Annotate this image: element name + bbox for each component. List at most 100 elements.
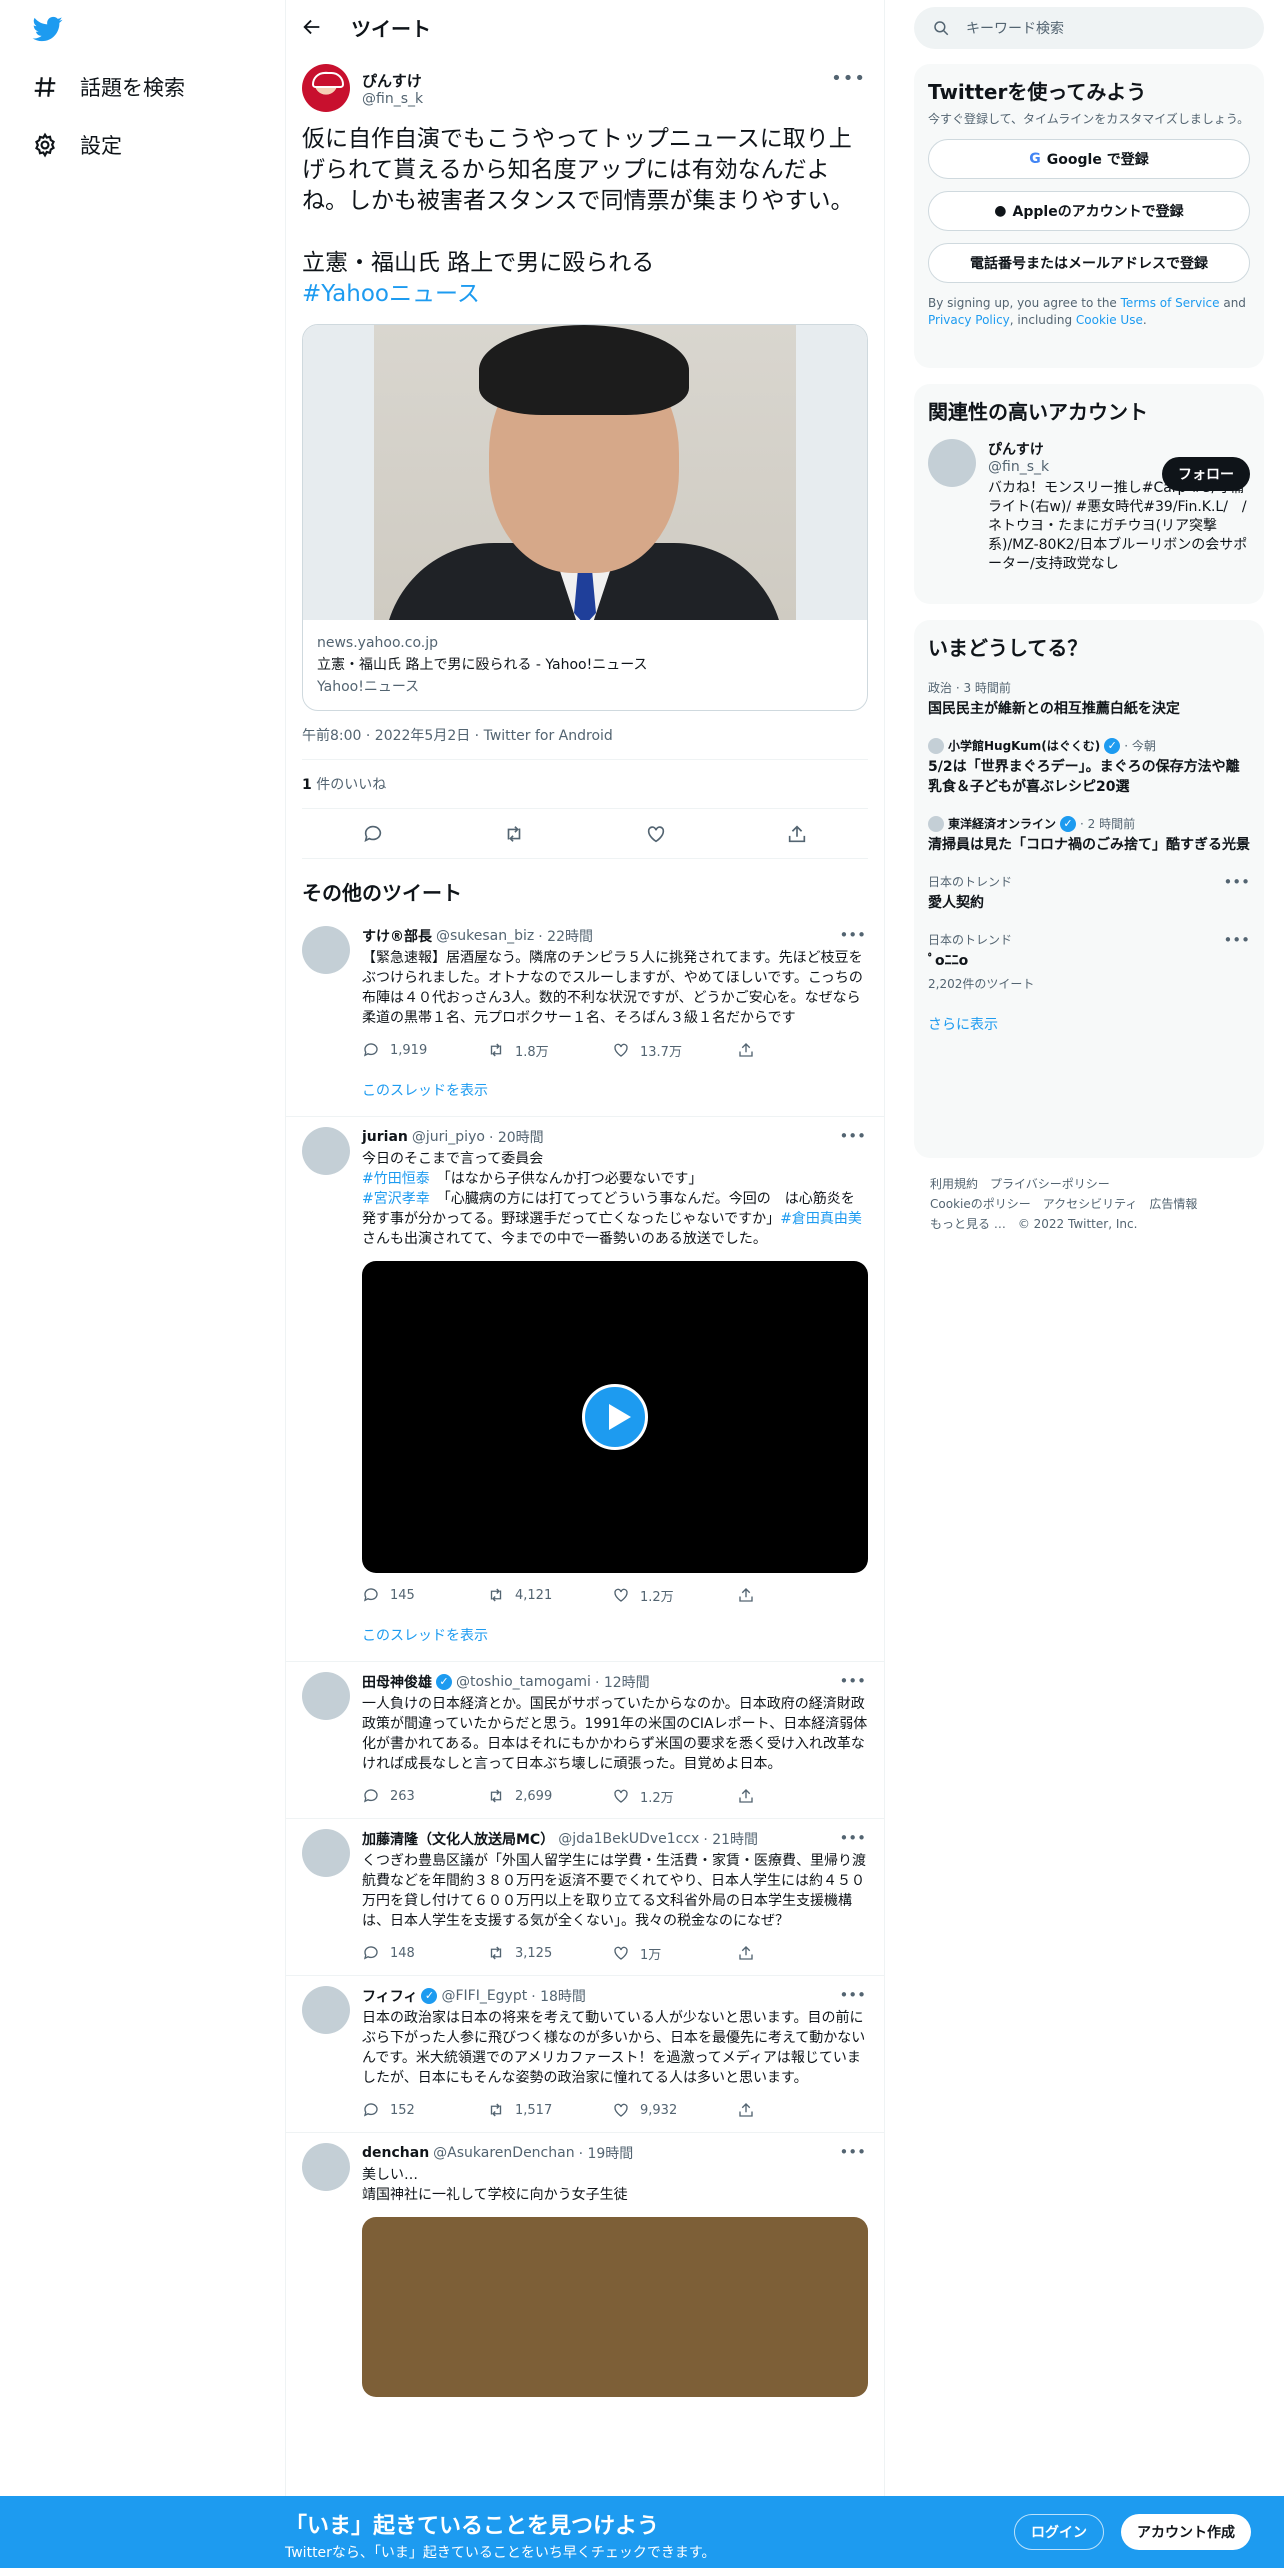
like-button[interactable]: 9,932 [612, 2101, 737, 2119]
tweet-handle[interactable]: @AsukarenDenchan [433, 2145, 574, 2161]
tweet-handle[interactable]: @toshio_tamogami [456, 1674, 591, 1690]
show-more-link[interactable]: さらに表示 [928, 1014, 1250, 1034]
more-options-icon[interactable]: ••• [839, 1986, 866, 2004]
apple-signup-button[interactable]: ● Appleのアカウントで登録 [928, 191, 1250, 231]
more-options-icon[interactable]: ••• [1223, 873, 1250, 891]
trend-item[interactable]: 小学館HugKum(はぐくむ) ✓ · 今朝 5/2は「世界まぐろデー」。まぐろの保… [928, 737, 1250, 797]
tweet-time[interactable]: · 22時間 [538, 926, 593, 946]
tweet-media[interactable] [362, 2217, 868, 2397]
cookie-link[interactable]: Cookie Use [1076, 313, 1143, 327]
nav-settings[interactable]: 設定 [32, 130, 122, 160]
tweet-time[interactable]: · 12時間 [595, 1672, 650, 1692]
follow-button[interactable]: フォロー [1162, 457, 1250, 491]
google-signup-button[interactable]: G Google で登録 [928, 139, 1250, 179]
tweet-time[interactable]: · 20時間 [489, 1127, 544, 1147]
trend-item[interactable]: 政治 · 3 時間前 国民民主が維新との相互推薦白紙を決定 [928, 679, 1250, 719]
trend-item[interactable]: 日本のトレンド ﾟoﾆﾆo 2,202件のツイート ••• [928, 931, 1250, 992]
more-options-icon[interactable]: ••• [839, 1672, 866, 1690]
tweet-author[interactable]: すけ®部長 [362, 926, 432, 946]
link-card[interactable]: news.yahoo.co.jp 立憲・福山氏 路上で男に殴られる - Yaho… [302, 324, 868, 711]
tweet-author[interactable]: 加藤清隆（文化人放送局MC） [362, 1829, 554, 1849]
like-button[interactable]: 1.2万 [612, 1586, 737, 1605]
tweet-time[interactable]: · 19時間 [579, 2143, 634, 2163]
retweet-icon[interactable] [503, 823, 525, 845]
create-account-button[interactable]: アカウント作成 [1121, 2514, 1251, 2550]
retweet-button[interactable]: 3,125 [487, 1944, 612, 1962]
reply-icon[interactable] [362, 823, 384, 845]
share-button[interactable] [737, 1944, 862, 1962]
avatar[interactable] [928, 439, 976, 487]
retweet-button[interactable]: 1.8万 [487, 1041, 612, 1060]
like-button[interactable]: 1.2万 [612, 1787, 737, 1806]
tweet-handle[interactable]: @sukesan_biz [436, 928, 534, 944]
share-icon[interactable] [786, 823, 808, 845]
more-options-icon[interactable]: ••• [839, 1127, 866, 1145]
tweet-author[interactable]: denchan [362, 2145, 429, 2161]
tweet-item[interactable]: denchan @AsukarenDenchan · 19時間 美しい… 靖国神社に… [286, 2133, 884, 2397]
reply-button[interactable]: 263 [362, 1787, 487, 1805]
hashtag-link[interactable]: #竹田恒泰 [362, 1171, 430, 1187]
more-options-icon[interactable]: ••• [839, 926, 866, 944]
tweet-handle[interactable]: @jda1BekUDve1ccx [558, 1831, 699, 1847]
tweet-item[interactable]: すけ®部長 @sukesan_biz · 22時間 【緊急速報】居酒屋なう。隣席のチ… [286, 916, 884, 1117]
author-name[interactable]: ぴんすけ [362, 70, 423, 91]
related-name[interactable]: ぴんすけ [988, 439, 1250, 459]
tweet-author[interactable]: jurian [362, 1129, 408, 1145]
play-icon[interactable] [582, 1384, 648, 1450]
hashtag-link[interactable]: #Yahooニュース [302, 281, 480, 307]
reply-button[interactable]: 145 [362, 1586, 487, 1604]
show-thread-link[interactable]: このスレッドを表示 [362, 1617, 868, 1661]
retweet-button[interactable]: 4,121 [487, 1586, 612, 1604]
more-options-icon[interactable]: ••• [1223, 931, 1250, 949]
like-button[interactable]: 13.7万 [612, 1041, 737, 1060]
like-button[interactable]: 1万 [612, 1944, 737, 1963]
avatar[interactable] [302, 1986, 350, 2034]
more-options-icon[interactable]: ••• [839, 1829, 866, 1847]
share-button[interactable] [737, 1041, 862, 1059]
tweet-time[interactable]: · 18時間 [531, 1986, 586, 2006]
footer-line[interactable]: もっと見る … © 2022 Twitter, Inc. [930, 1214, 1250, 1234]
privacy-link[interactable]: Privacy Policy [928, 313, 1010, 327]
reply-button[interactable]: 152 [362, 2101, 487, 2119]
footer-line[interactable]: 利用規約 プライバシーポリシー [930, 1174, 1250, 1194]
tweet-item[interactable]: 加藤清隆（文化人放送局MC） @jda1BekUDve1ccx · 21時間 くつぎ… [286, 1819, 884, 1976]
share-button[interactable] [737, 2101, 862, 2119]
search-bar[interactable]: キーワード検索 [914, 7, 1264, 49]
tweet-author[interactable]: フィフィ [362, 1986, 417, 2006]
hashtag-link[interactable]: #倉田真由美 [780, 1211, 862, 1227]
retweet-button[interactable]: 1,517 [487, 2101, 612, 2119]
share-button[interactable] [737, 1787, 862, 1805]
trend-item[interactable]: 日本のトレンド 愛人契約 ••• [928, 873, 1250, 913]
tweet-item[interactable]: フィフィ ✓ @FIFI_Egypt · 18時間 日本の政治家は日本の将来を考えて動… [286, 1976, 884, 2133]
like-icon[interactable] [645, 823, 667, 845]
tweet-timestamp[interactable]: 午前8:00 · 2022年5月2日 · Twitter for Android [302, 711, 868, 760]
likes-count[interactable]: 1 件のいいね [302, 760, 868, 809]
reply-button[interactable]: 1,919 [362, 1041, 487, 1059]
terms-link[interactable]: Terms of Service [1121, 296, 1220, 310]
tweet-handle[interactable]: @juri_piyo [412, 1129, 485, 1145]
avatar[interactable] [302, 1829, 350, 1877]
more-options-icon[interactable]: ••• [831, 68, 866, 89]
search-input[interactable]: キーワード検索 [966, 18, 1064, 38]
reply-button[interactable]: 148 [362, 1944, 487, 1962]
avatar[interactable] [302, 2143, 350, 2191]
more-options-icon[interactable]: ••• [839, 2143, 866, 2161]
back-arrow-icon[interactable] [301, 16, 323, 38]
avatar[interactable] [302, 1672, 350, 1720]
tweet-time[interactable]: · 21時間 [703, 1829, 758, 1849]
login-button[interactable]: ログイン [1014, 2514, 1104, 2550]
show-thread-link[interactable]: このスレッドを表示 [362, 1072, 868, 1116]
footer-line[interactable]: Cookieのポリシー アクセシビリティ 広告情報 [930, 1194, 1250, 1214]
nav-explore[interactable]: 話題を検索 [32, 72, 185, 102]
tweet-item[interactable]: jurian @juri_piyo · 20時間 今日のそこまで言って委員会 #竹田… [286, 1117, 884, 1662]
avatar[interactable] [302, 1127, 350, 1175]
avatar[interactable] [302, 64, 350, 112]
hashtag-link[interactable]: #宮沢孝幸 [362, 1191, 430, 1207]
phone-signup-button[interactable]: 電話番号またはメールアドレスで登録 [928, 243, 1250, 283]
avatar[interactable] [302, 926, 350, 974]
tweet-author[interactable]: 田母神俊雄 [362, 1672, 432, 1692]
author-handle[interactable]: @fin_s_k [362, 91, 423, 107]
trend-item[interactable]: 東洋経済オンライン ✓ · 2 時間前 清掃員は見た「コロナ禍のごみ捨て」酷すぎる光… [928, 815, 1250, 855]
twitter-logo-icon[interactable] [30, 14, 66, 44]
retweet-button[interactable]: 2,699 [487, 1787, 612, 1805]
